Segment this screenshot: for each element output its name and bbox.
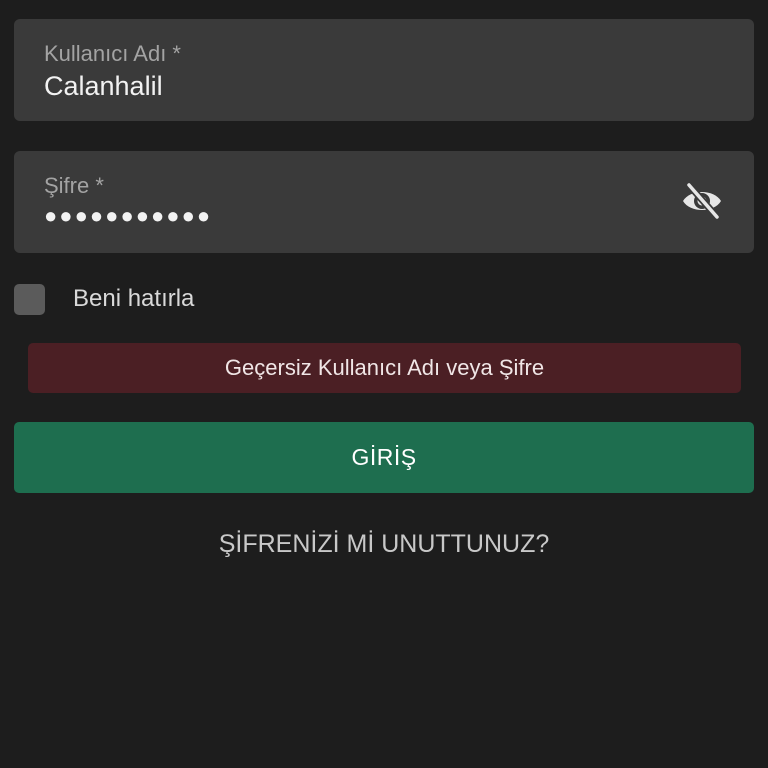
eye-off-icon[interactable] [680, 181, 724, 221]
remember-me-row[interactable]: Beni hatırla [14, 282, 194, 316]
password-value[interactable]: ●●●●●●●●●●● [44, 203, 212, 229]
username-value[interactable]: Calanhalil [44, 71, 163, 102]
login-button[interactable]: GİRİŞ [14, 422, 754, 493]
remember-me-checkbox[interactable] [14, 283, 45, 315]
password-label: Şifre * [44, 173, 104, 198]
password-field[interactable]: Şifre * ●●●●●●●●●●● [14, 151, 754, 253]
error-banner: Geçersiz Kullanıcı Adı veya Şifre [28, 343, 741, 393]
remember-me-label[interactable]: Beni hatırla [73, 285, 194, 313]
username-field[interactable]: Kullanıcı Adı * Calanhalil [14, 19, 754, 121]
username-label: Kullanıcı Adı * [44, 41, 181, 66]
login-screen: Kullanıcı Adı * Calanhalil Şifre * ●●●●●… [0, 0, 768, 768]
forgot-password-link[interactable]: ŞİFRENİZİ Mİ UNUTTUNUZ? [0, 530, 768, 559]
